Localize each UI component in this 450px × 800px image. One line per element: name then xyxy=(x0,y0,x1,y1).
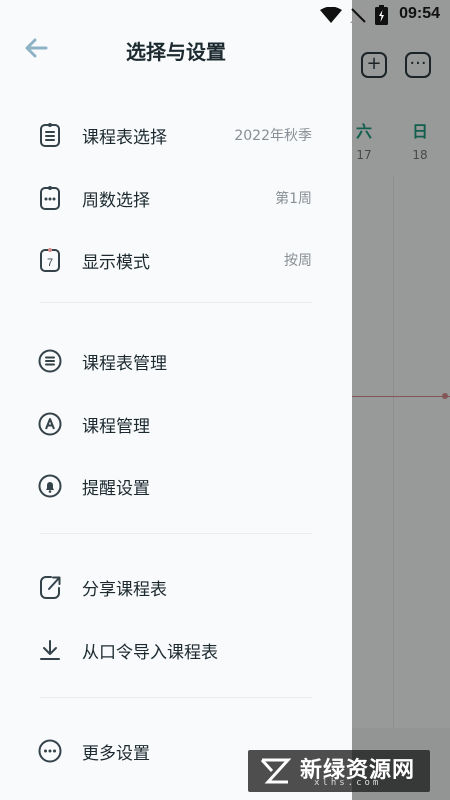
no-signal-icon xyxy=(350,7,366,23)
menu-item-label: 课程表选择 xyxy=(82,128,167,148)
menu-item-label: 从口令导入课程表 xyxy=(82,643,218,663)
share-icon xyxy=(40,576,61,599)
section-divider xyxy=(40,533,312,534)
schedule-list-icon xyxy=(40,123,60,147)
course-a-icon xyxy=(38,412,62,436)
drawer-title: 选择与设置 xyxy=(126,40,226,64)
menu-item-label: 课程表管理 xyxy=(82,354,167,374)
section-divider xyxy=(40,302,312,303)
section-divider xyxy=(40,697,312,698)
calendar-icon-number: 7 xyxy=(47,257,53,269)
status-bar: 09:54 xyxy=(0,0,450,30)
menu-item-label: 分享课程表 xyxy=(82,580,167,600)
menu-item-course-manage[interactable]: 课程管理 xyxy=(0,395,352,451)
menu-item-week-select[interactable]: 周数选择 第1周 xyxy=(0,169,352,225)
menu-item-display-mode[interactable]: 7 显示模式 按周 xyxy=(0,231,352,287)
menu-item-label: 更多设置 xyxy=(82,744,150,764)
menu-item-label: 课程管理 xyxy=(82,417,150,437)
menu-item-reminder-settings[interactable]: 提醒设置 xyxy=(0,457,352,513)
menu-item-value: 按周 xyxy=(284,253,312,269)
watermark-subtext: xlhs.com xyxy=(314,778,382,788)
watermark-logo-icon xyxy=(260,758,292,784)
menu-item-label: 显示模式 xyxy=(82,253,150,273)
download-icon xyxy=(40,640,60,660)
menu-item-schedule-manage[interactable]: 课程表管理 xyxy=(0,332,352,388)
bell-icon xyxy=(38,474,62,498)
wifi-icon xyxy=(320,7,342,23)
watermark: 新绿资源网 xlhs.com xyxy=(248,750,430,792)
menu-item-value: 第1周 xyxy=(275,191,312,207)
menu-item-share-schedule[interactable]: 分享课程表 xyxy=(0,558,352,614)
navigation-drawer: 选择与设置 课程表选择 2022年秋季 周数选择 第1周 7 显示模式 按周 课… xyxy=(0,0,352,800)
menu-item-value: 2022年秋季 xyxy=(234,128,312,144)
calendar-7-icon: 7 xyxy=(40,248,60,272)
battery-icon xyxy=(375,5,388,25)
menu-item-schedule-select[interactable]: 课程表选择 2022年秋季 xyxy=(0,106,352,162)
more-icon xyxy=(38,739,62,763)
week-dots-icon xyxy=(40,186,60,210)
status-time: 09:54 xyxy=(399,5,440,22)
list-icon xyxy=(38,349,62,373)
menu-item-label: 周数选择 xyxy=(82,191,150,211)
menu-item-import-from-code[interactable]: 从口令导入课程表 xyxy=(0,621,352,677)
menu-item-label: 提醒设置 xyxy=(82,479,150,499)
